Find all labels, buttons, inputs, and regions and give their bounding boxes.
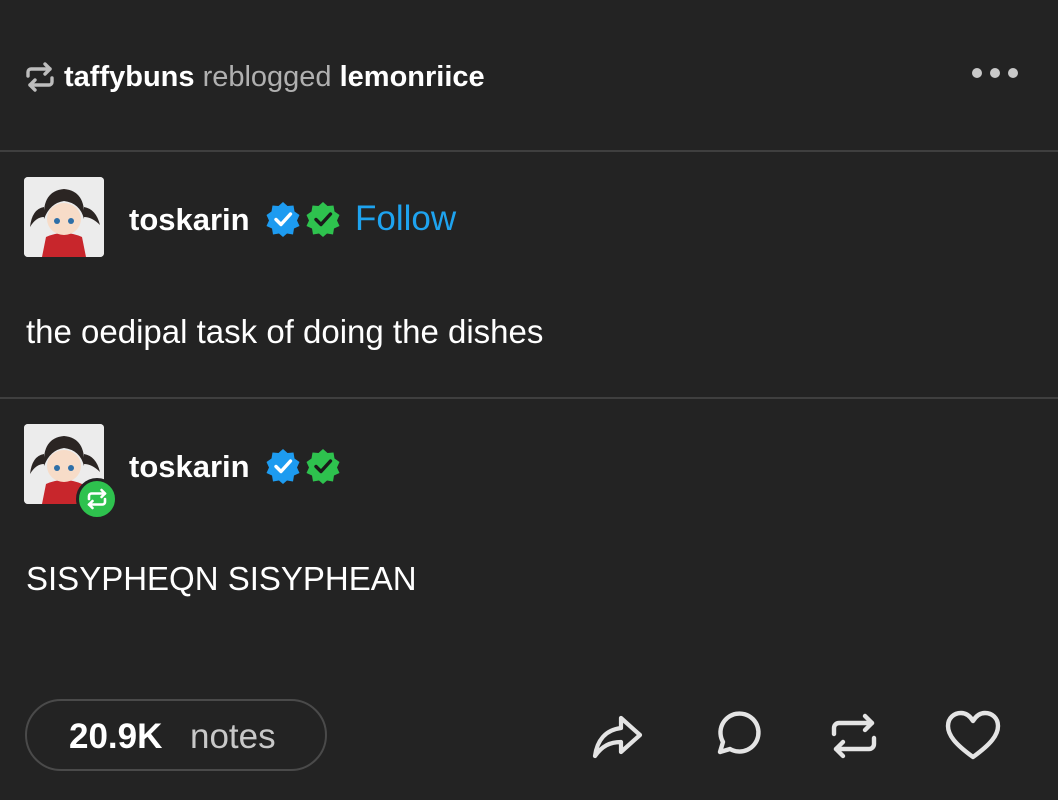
verified-green-badge-icon [306, 449, 340, 484]
post-body-text: the oedipal task of doing the dishes [26, 313, 544, 350]
follow-button[interactable]: Follow [355, 198, 456, 240]
verified-blue-badge-icon [266, 449, 300, 484]
verified-blue-badge-icon [266, 202, 300, 237]
reblog-badge-icon [76, 478, 118, 520]
more-dots-icon[interactable] [970, 64, 1020, 82]
avatar-figure-image [24, 177, 104, 257]
reblog-icon[interactable] [824, 706, 884, 766]
post-header: taffybuns reblogged lemonriice [0, 0, 1058, 151]
divider [0, 397, 1058, 399]
divider [0, 150, 1058, 152]
post-body-text: SISYPHEQN SISYPHEAN [26, 560, 417, 597]
avatar[interactable] [24, 177, 104, 257]
reblog-attribution: taffybuns reblogged lemonriice [64, 58, 485, 96]
post-username[interactable]: toskarin [129, 447, 250, 487]
post-username[interactable]: toskarin [129, 200, 250, 240]
reblog-icon [87, 488, 107, 510]
verified-green-badge-icon [306, 202, 340, 237]
notes-button[interactable]: 20.9K notes [25, 699, 327, 771]
reblog-icon [26, 62, 54, 92]
reblogger-name[interactable]: taffybuns [64, 61, 195, 93]
source-blog-name[interactable]: lemonriice [340, 61, 485, 93]
like-icon[interactable] [943, 706, 1003, 766]
notes-count: 20.9K [69, 717, 163, 756]
notes-label: notes [190, 717, 276, 756]
reply-icon[interactable] [706, 706, 766, 766]
share-icon[interactable] [588, 706, 648, 766]
reblog-verb: reblogged [202, 61, 332, 93]
